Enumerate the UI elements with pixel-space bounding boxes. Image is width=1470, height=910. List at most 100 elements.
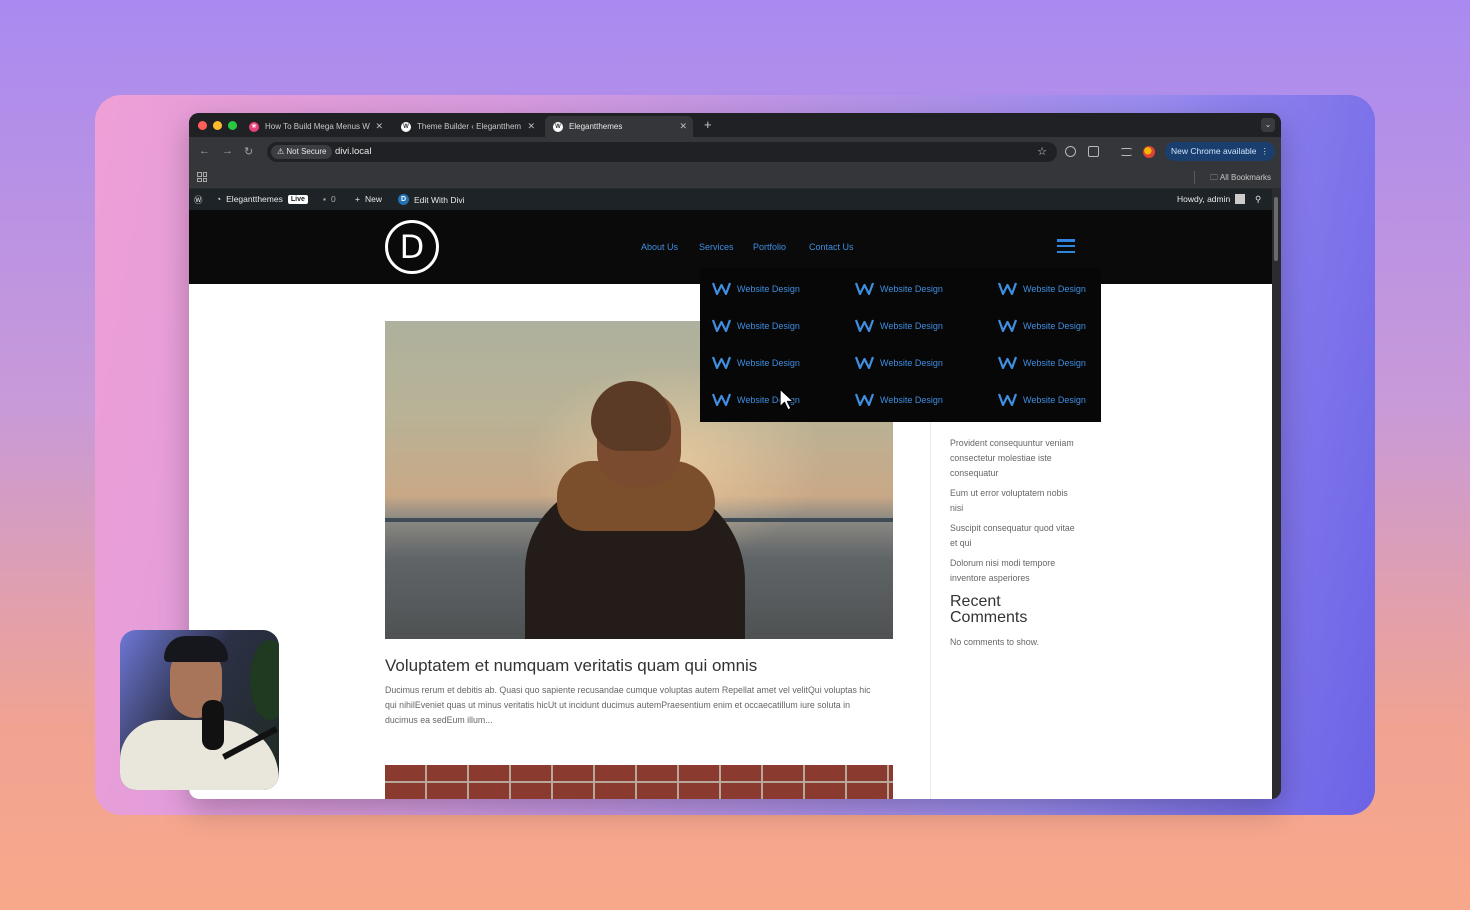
new-label: New bbox=[364, 194, 382, 204]
post-title[interactable]: Voluptatem et numquam veritatis quam qui… bbox=[385, 656, 757, 676]
menu-item-portfolio[interactable]: Portfolio bbox=[753, 242, 786, 252]
maximize-window-button[interactable] bbox=[228, 121, 237, 130]
mega-menu-label: Website Design bbox=[1023, 394, 1086, 405]
comments-count: 0 bbox=[331, 194, 336, 204]
tab-title: How To Build Mega Menus W bbox=[265, 122, 370, 131]
mega-menu-label: Website Design bbox=[1023, 320, 1086, 331]
wordpress-icon bbox=[712, 393, 731, 406]
mega-menu-label: Website Design bbox=[737, 320, 800, 331]
mega-menu-item[interactable]: Website Design bbox=[998, 319, 1086, 332]
new-chrome-available-button[interactable]: New Chrome available ⋮ bbox=[1165, 142, 1275, 161]
wordpress-logo-icon[interactable]: Ⓦ bbox=[194, 194, 203, 206]
new-tab-button[interactable]: + bbox=[704, 117, 712, 132]
live-badge: Live bbox=[287, 194, 308, 204]
mega-menu-label: Website Design bbox=[880, 357, 943, 368]
not-secure-label: Not Secure bbox=[286, 147, 327, 156]
dashboard-icon: ◔ bbox=[216, 194, 222, 204]
tab-favicon-icon: ✳ bbox=[249, 121, 259, 132]
tab-close-icon[interactable]: ✕ bbox=[679, 121, 687, 132]
mega-menu-item[interactable]: Website Design bbox=[855, 356, 943, 369]
divi-icon: D bbox=[398, 194, 409, 205]
apps-grid-icon[interactable] bbox=[197, 172, 207, 182]
admin-site-link[interactable]: ◔ Elegantthemes Live bbox=[216, 194, 308, 204]
minimize-window-button[interactable] bbox=[213, 121, 222, 130]
forward-icon[interactable]: → bbox=[222, 145, 233, 157]
mega-menu-label: Website Design bbox=[1023, 357, 1086, 368]
site-logo[interactable]: D bbox=[385, 220, 439, 274]
menu-item-about-us[interactable]: About Us bbox=[641, 242, 678, 252]
comments-link[interactable]: ▪ 0 bbox=[323, 194, 336, 204]
mega-menu-item[interactable]: Website Design bbox=[998, 282, 1086, 295]
hamburger-menu-icon[interactable] bbox=[1057, 239, 1075, 253]
recent-comments-heading: Recent Comments bbox=[950, 593, 1028, 626]
recent-post-link[interactable]: Suscipit consequatur quod vitae et qui bbox=[950, 521, 1080, 551]
scrollbar-thumb[interactable] bbox=[1274, 197, 1278, 261]
tab-search-icon[interactable]: ⌄ bbox=[1261, 118, 1275, 132]
tab-theme-builder[interactable]: W Theme Builder ‹ Elegantthem ✕ bbox=[393, 116, 541, 137]
more-menu-icon[interactable]: ⋮ bbox=[1261, 142, 1270, 161]
address-bar[interactable]: ⚠ Not Secure divi.local ☆ bbox=[267, 142, 1057, 162]
tab-elegantthemes[interactable]: W Elegantthemes ✕ bbox=[545, 116, 693, 137]
close-window-button[interactable] bbox=[198, 121, 207, 130]
tab-mega-menus[interactable]: ✳ How To Build Mega Menus W ✕ bbox=[241, 116, 389, 137]
new-content-link[interactable]: + New bbox=[355, 194, 382, 204]
profile-avatar[interactable] bbox=[1143, 146, 1155, 158]
my-account-link[interactable]: Howdy, admin bbox=[1177, 194, 1246, 204]
mega-menu-item[interactable]: Website Design bbox=[998, 393, 1086, 406]
url-text[interactable]: divi.local bbox=[335, 146, 371, 157]
not-secure-badge[interactable]: ⚠ Not Secure bbox=[271, 145, 333, 159]
bookmarks-divider bbox=[1194, 171, 1195, 184]
all-bookmarks-label: All Bookmarks bbox=[1219, 173, 1271, 182]
mega-menu-dropdown: Website Design Website Design Website De… bbox=[700, 268, 1101, 422]
menu-item-contact-us[interactable]: Contact Us bbox=[809, 242, 854, 252]
post-excerpt: Ducimus rerum et debitis ab. Quasi quo s… bbox=[385, 685, 871, 725]
webcam-overlay bbox=[120, 630, 279, 790]
wordpress-icon bbox=[998, 319, 1017, 332]
extension-icon[interactable] bbox=[1065, 146, 1076, 157]
mega-menu-item[interactable]: Website Design bbox=[855, 282, 943, 295]
wordpress-icon bbox=[855, 393, 874, 406]
mega-menu-label: Website Design bbox=[880, 320, 943, 331]
wordpress-icon bbox=[712, 356, 731, 369]
comment-icon: ▪ bbox=[323, 194, 327, 204]
wordpress-icon bbox=[855, 319, 874, 332]
mega-menu-item[interactable]: Website Design bbox=[712, 282, 800, 295]
mega-menu-item[interactable]: Website Design bbox=[712, 356, 800, 369]
reading-list-icon[interactable] bbox=[1121, 148, 1132, 156]
recent-post-link[interactable]: Dolorum nisi modi tempore inventore aspe… bbox=[950, 556, 1080, 586]
sidebar-divider bbox=[930, 410, 931, 799]
site-name: Elegantthemes bbox=[226, 194, 283, 204]
bookmark-star-icon[interactable]: ☆ bbox=[1037, 145, 1047, 158]
edit-with-divi-link[interactable]: D Edit With Divi bbox=[398, 194, 465, 205]
next-post-image[interactable] bbox=[385, 765, 893, 799]
back-icon[interactable]: ← bbox=[199, 145, 210, 157]
mega-menu-label: Website Design bbox=[737, 283, 800, 294]
mega-menu-label: Website Design bbox=[880, 394, 943, 405]
extensions-puzzle-icon[interactable] bbox=[1088, 146, 1099, 157]
mega-menu-label: Website Design bbox=[880, 283, 943, 294]
reload-icon[interactable]: ↻ bbox=[244, 145, 253, 158]
wordpress-icon bbox=[712, 319, 731, 332]
bookmarks-bar: 🗀 All Bookmarks bbox=[189, 167, 1281, 189]
new-chrome-label: New Chrome available bbox=[1171, 146, 1257, 156]
tab-close-icon[interactable]: ✕ bbox=[527, 121, 535, 132]
search-icon[interactable]: ⚲ bbox=[1255, 194, 1261, 205]
recent-post-link[interactable]: Eum ut error voluptatem nobis nisi bbox=[950, 486, 1080, 516]
avatar bbox=[1235, 194, 1246, 204]
page-scrollbar[interactable] bbox=[1272, 189, 1281, 799]
wordpress-icon bbox=[998, 393, 1017, 406]
tab-close-icon[interactable]: ✕ bbox=[375, 121, 383, 132]
wordpress-icon bbox=[855, 356, 874, 369]
all-bookmarks-button[interactable]: 🗀 All Bookmarks bbox=[1210, 172, 1271, 186]
mega-menu-item[interactable]: Website Design bbox=[855, 319, 943, 332]
menu-item-services[interactable]: Services bbox=[699, 242, 734, 252]
mega-menu-label: Website Design bbox=[737, 357, 800, 368]
wordpress-icon: W bbox=[401, 121, 411, 132]
mega-menu-item[interactable]: Website Design bbox=[712, 319, 800, 332]
wordpress-icon bbox=[712, 282, 731, 295]
wordpress-icon: W bbox=[553, 121, 563, 132]
mega-menu-item[interactable]: Website Design bbox=[998, 356, 1086, 369]
mouse-cursor-icon bbox=[779, 388, 795, 411]
mega-menu-item[interactable]: Website Design bbox=[855, 393, 943, 406]
recent-post-link[interactable]: Provident consequuntur veniam consectetu… bbox=[950, 436, 1080, 481]
